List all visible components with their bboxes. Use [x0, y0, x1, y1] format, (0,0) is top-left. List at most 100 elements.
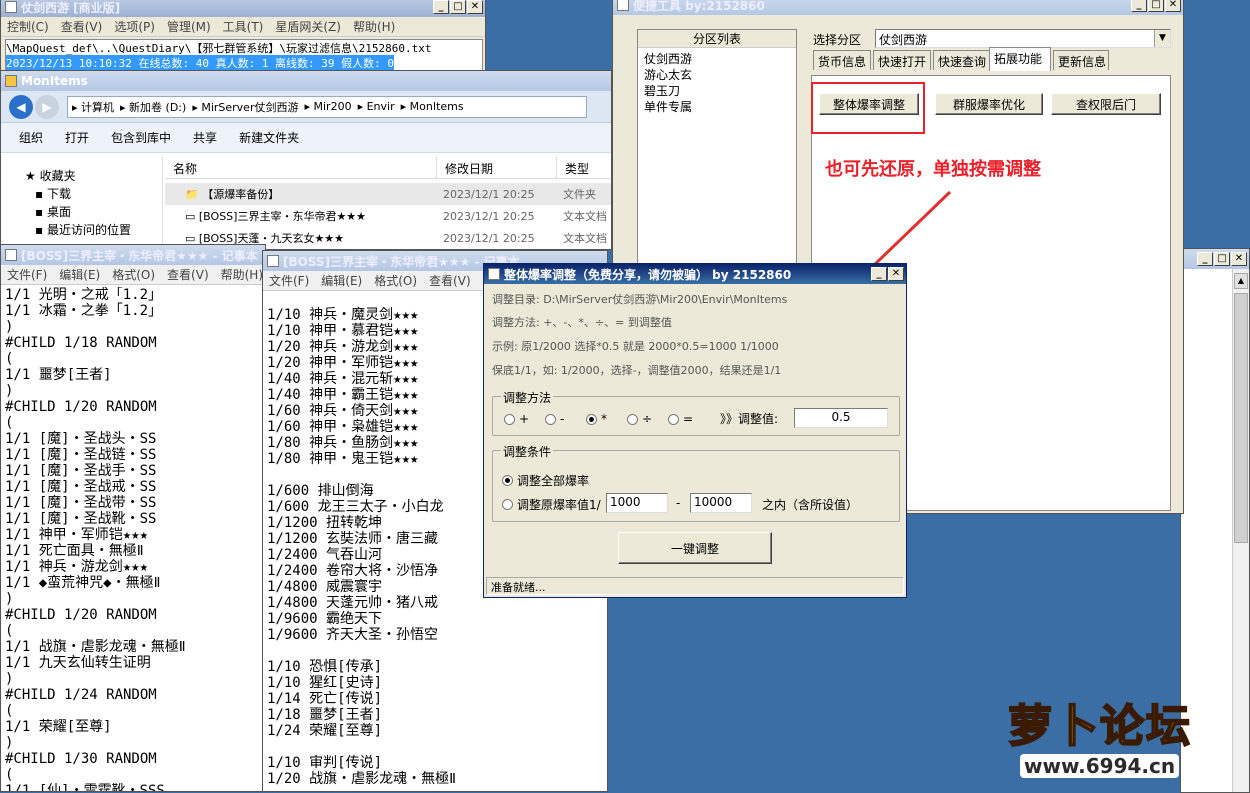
partition-item[interactable]: 仗剑西游	[644, 50, 790, 66]
menu-item[interactable]: 星盾网关(Z)	[269, 18, 347, 35]
tab-3[interactable]: 拓展功能	[989, 47, 1051, 71]
op-radio[interactable]: ÷	[627, 412, 652, 426]
radio-dot[interactable]	[668, 413, 679, 425]
nav-pane: ★ 收藏夹 ▪ 下载 ▪ 桌面 ▪ 最近访问的位置	[1, 157, 163, 249]
menu-item[interactable]: 帮助(H)	[347, 18, 401, 35]
breadcrumb[interactable]: ▸ 计算机 ▸ 新加卷 (D:) ▸ MirServer仗剑西游 ▸ Mir200 ▸ …	[67, 95, 587, 118]
op-radio[interactable]: *	[586, 412, 607, 426]
annotation-text: 也可先还原，单独按需调整	[825, 159, 1041, 180]
notepad1-title-bar[interactable]: [BOSS]三界主宰・东华帝君★★★ - 记事本	[1, 245, 265, 265]
menu-item[interactable]: 工具(T)	[217, 18, 270, 35]
nav-item[interactable]: ▪ 最近访问的位置	[25, 221, 162, 239]
radio-dot[interactable]	[502, 499, 513, 510]
op-radio[interactable]: +	[504, 412, 529, 426]
minimize-button[interactable]: _	[1131, 0, 1147, 12]
folder-icon	[5, 75, 17, 87]
menu-item[interactable]: 帮助(H)	[215, 266, 265, 283]
function-button[interactable]: 查权限后门	[1051, 93, 1161, 115]
partition-select[interactable]: 仗剑西游 ▼	[875, 29, 1171, 48]
notepad1-text[interactable]: 1/1 光明・之戒「1.2」 1/1 冰霜・之拳「1.2」) #CHILD 1/18…	[5, 287, 265, 791]
tool-title-bar[interactable]: 便捷工具 by:2152860 _ □ ✕	[613, 0, 1183, 15]
apply-button[interactable]: 一键调整	[618, 532, 772, 564]
close-button[interactable]: ✕	[888, 267, 904, 281]
breadcrumb-item[interactable]: ▸ 计算机	[72, 99, 114, 115]
text-line: 1/10 猩红[史诗]	[267, 675, 383, 691]
explorer-window: MonItems ◀ ▶ ▸ 计算机 ▸ 新加卷 (D:) ▸ MirServer仗…	[0, 70, 612, 250]
back-icon[interactable]: ◀	[9, 94, 33, 119]
menu-item[interactable]: 格式(O)	[368, 272, 423, 289]
menu-item[interactable]: 格式(O)	[106, 266, 161, 283]
breadcrumb-item[interactable]: ▸ MirServer仗剑西游	[192, 99, 298, 115]
op-radio[interactable]: -	[545, 412, 564, 426]
range-from-input[interactable]: 1000	[606, 493, 668, 513]
tab-4[interactable]: 更新信息	[1053, 50, 1109, 70]
breadcrumb-item[interactable]: ▸ Envir	[358, 100, 395, 113]
toolbar-item[interactable]: 共享	[193, 129, 217, 146]
function-button[interactable]: 群服爆率优化	[935, 93, 1043, 115]
maximize-button[interactable]: □	[450, 0, 466, 14]
radio-dot[interactable]	[504, 413, 515, 425]
column-header[interactable]: 名称	[165, 157, 437, 178]
chevron-down-icon[interactable]: ▼	[1154, 30, 1170, 47]
column-header[interactable]: 修改日期	[437, 157, 557, 178]
radio-dot[interactable]	[545, 413, 556, 425]
menu-item[interactable]: 文件(F)	[1, 266, 53, 283]
scroll-thumb[interactable]	[1234, 293, 1248, 543]
radio-range[interactable]: 调整原爆率值1/	[502, 496, 601, 513]
toolbar-item[interactable]: 组织	[19, 129, 43, 146]
menu-item[interactable]: 管理(M)	[161, 18, 217, 35]
partition-item[interactable]: 游心太玄	[644, 66, 790, 82]
close-button[interactable]: ✕	[1231, 252, 1247, 266]
close-button[interactable]: ✕	[1165, 0, 1181, 12]
menu-item[interactable]: 编辑(E)	[315, 272, 368, 289]
nav-item[interactable]: ▪ 下载	[25, 185, 162, 203]
dialog-title-bar[interactable]: 整体爆率调整（免费分享，请勿被骗） by 2152860 _ ✕	[484, 264, 906, 284]
dir-line: 调整目录: D:\MirServer仗剑西游\Mir200\Envir\MonI…	[492, 293, 788, 306]
tab-0[interactable]: 货币信息	[813, 50, 871, 70]
file-row[interactable]: 📁 【源爆率备份】 2023/12/1 20:25 文件夹	[165, 183, 611, 205]
nav-item[interactable]: ▪ 桌面	[25, 203, 162, 221]
toolbar-item[interactable]: 新建文件夹	[239, 129, 299, 146]
partition-item[interactable]: 碧玉刀	[644, 82, 790, 98]
radio-all[interactable]: 调整全部爆率	[502, 472, 589, 489]
radio-dot[interactable]	[586, 413, 597, 425]
menu-item[interactable]: 查看(V)	[161, 266, 215, 283]
text-line	[267, 643, 607, 659]
tab-2[interactable]: 快速查询	[933, 50, 991, 70]
breadcrumb-item[interactable]: ▸ MonItems	[401, 100, 464, 113]
op-radio[interactable]: =	[668, 412, 693, 426]
breadcrumb-item[interactable]: ▸ 新加卷 (D:)	[120, 99, 186, 115]
title-bar[interactable]: 仗剑西游 [商业版] _ □ ✕	[1, 0, 485, 17]
explorer-title-bar[interactable]: MonItems	[1, 71, 611, 91]
value-input[interactable]: 0.5	[794, 408, 888, 428]
toolbar-item[interactable]: 打开	[65, 129, 89, 146]
notepad-icon	[267, 255, 279, 267]
toolbar-item[interactable]: 包含到库中	[111, 129, 171, 146]
nav-item[interactable]: ★ 收藏夹	[25, 167, 162, 185]
minimize-button[interactable]: _	[433, 0, 449, 14]
maximize-button[interactable]: □	[1214, 252, 1230, 266]
menu-item[interactable]: 控制(C)	[1, 18, 55, 35]
column-header[interactable]: 类型	[557, 157, 611, 178]
menu-item[interactable]: 文件(F)	[263, 272, 315, 289]
menu-item[interactable]: 查看(V)	[55, 18, 109, 35]
close-button[interactable]: ✕	[467, 0, 483, 14]
minimize-button[interactable]: _	[871, 267, 887, 281]
maximize-button[interactable]: □	[1148, 0, 1164, 12]
range-to-input[interactable]: 10000	[690, 493, 752, 513]
scroll-up-icon[interactable]: ▲	[1234, 273, 1248, 289]
file-row[interactable]: ▭ [BOSS]三界主宰・东华帝君★★★ 2023/12/1 20:25 文本文档	[165, 205, 611, 227]
forward-icon[interactable]: ▶	[35, 94, 59, 119]
radio-dot[interactable]	[502, 475, 513, 486]
partition-item[interactable]: 单件专属	[644, 98, 790, 114]
breadcrumb-item[interactable]: ▸ Mir200	[304, 100, 351, 113]
text-line: 1/1 [魔]・圣战带・SS	[5, 495, 157, 511]
menu-item[interactable]: 选项(P)	[108, 18, 161, 35]
radio-dot[interactable]	[627, 413, 638, 425]
text-line: (	[5, 351, 14, 367]
menu-item[interactable]: 查看(V)	[423, 272, 477, 289]
minimize-button[interactable]: _	[1197, 252, 1213, 266]
tab-1[interactable]: 快速打开	[873, 50, 931, 70]
menu-item[interactable]: 编辑(E)	[53, 266, 106, 283]
bg-title-bar[interactable]: _ □ ✕	[1181, 249, 1249, 269]
